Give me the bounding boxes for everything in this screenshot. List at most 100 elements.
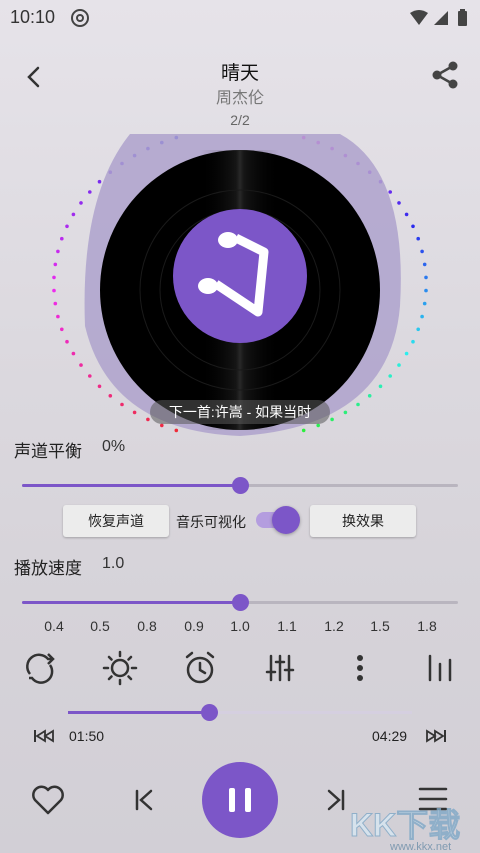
visualizer-dot (79, 363, 83, 367)
visualizer-dot (65, 224, 69, 229)
signal-icon (434, 11, 448, 25)
svg-text:www.kkx.net: www.kkx.net (389, 841, 451, 852)
visualizer-dot (65, 339, 69, 344)
total-time: 04:29 (372, 728, 408, 744)
pause-icon (229, 788, 251, 812)
alarm-icon[interactable] (180, 648, 220, 688)
visualizer-dot (60, 236, 64, 241)
visualizer-dot (52, 275, 56, 280)
balance-label: 声道平衡 (14, 442, 82, 461)
visualizer-dot (108, 394, 113, 398)
speed-value: 1.0 (102, 555, 125, 572)
status-bar: 10:10 (0, 0, 480, 36)
speed-tick-label: 1.1 (277, 618, 297, 634)
disc-status-icon (71, 9, 89, 27)
visualizer-dot (397, 363, 401, 367)
heart-icon[interactable] (30, 784, 66, 816)
speed-tick-label: 1.5 (370, 618, 390, 634)
visualizer-dot (420, 249, 424, 254)
speed-tick-label: 0.5 (90, 618, 110, 634)
speed-tick-label: 1.0 (230, 618, 250, 634)
visualizer-dot (120, 402, 124, 407)
visualizer-dot (388, 374, 393, 378)
visualizer-dot (330, 417, 334, 422)
visualizer-dot (422, 262, 427, 267)
visualizer-dot (56, 314, 60, 319)
more-vertical-icon[interactable] (340, 648, 380, 688)
visualizer-dot (416, 236, 421, 241)
brightness-icon[interactable] (100, 648, 140, 688)
playback-progress[interactable] (68, 702, 412, 722)
speed-tick-label: 0.4 (44, 618, 64, 634)
next-up-label: 下一首:许嵩 - 如果当时 (150, 400, 330, 424)
speed-tick-label: 0.9 (184, 618, 204, 634)
equalizer-icon[interactable] (260, 648, 300, 688)
visualizer-dot (174, 428, 179, 433)
visualizer-dot (88, 190, 92, 194)
visualizer-dot (316, 423, 321, 428)
reset-channel-button[interactable]: 恢复声道 (63, 505, 169, 537)
repeat-icon[interactable] (20, 648, 60, 688)
skip-forward-icon[interactable] (424, 728, 448, 744)
wifi-icon (410, 10, 428, 25)
visualizer-dot (56, 249, 60, 254)
visualizer-dot (97, 384, 102, 389)
balance-slider[interactable] (22, 475, 458, 495)
speed-label: 播放速度 (14, 559, 82, 578)
visualizer-dot (378, 384, 383, 389)
visualizer-dot (97, 179, 102, 184)
visualizer-dot (411, 224, 415, 229)
elapsed-time: 01:50 (69, 728, 105, 744)
visualizer-dot (301, 428, 306, 433)
slider-thumb[interactable] (232, 594, 249, 611)
visualizer-dot (146, 417, 150, 422)
balance-value: 0% (102, 438, 126, 455)
visualizer-dot (424, 275, 428, 280)
song-title: 晴天 (220, 63, 259, 84)
album-art-label (173, 209, 307, 343)
speed-slider[interactable] (22, 592, 458, 612)
vinyl-visualizer[interactable] (40, 126, 440, 442)
visualizer-dot (397, 201, 401, 205)
slider-thumb[interactable] (232, 477, 249, 494)
visualizer-dot (367, 394, 372, 398)
visualizer-dot (411, 339, 415, 344)
visualizer-dot (53, 262, 58, 267)
skip-back-icon[interactable] (32, 728, 56, 744)
watermark-logo: KK下载 www.kkx.net (350, 807, 461, 853)
previous-icon[interactable] (130, 786, 158, 814)
tools-row (0, 648, 480, 692)
battery-icon (458, 11, 467, 26)
visualizer-dot (52, 288, 56, 293)
visualizer-dot (388, 190, 393, 194)
visualizer-dot (404, 212, 409, 217)
visualizer-dot (71, 351, 76, 356)
artist-name: 周杰伦 (215, 90, 264, 107)
visualizer-dot (160, 423, 164, 428)
visualizer-dot (132, 410, 137, 415)
visualizer-dot (343, 410, 348, 415)
visualizer-dot (60, 327, 64, 332)
speed-tick-label: 1.2 (324, 618, 344, 634)
visualizer-dot (88, 374, 92, 378)
svg-text:KK下载: KK下载 (350, 807, 460, 843)
progress-thumb[interactable] (201, 704, 219, 721)
visualize-label: 音乐可视化 (176, 514, 246, 530)
status-time: 10:10 (10, 7, 56, 27)
status-icons (410, 9, 467, 26)
visualizer-dot (71, 212, 76, 217)
visualizer-dot (79, 201, 83, 205)
bars-chart-icon[interactable] (420, 648, 460, 688)
speed-tick-label: 1.8 (417, 618, 437, 634)
share-icon[interactable] (428, 58, 462, 92)
speed-ticks: 0.4 0.5 0.8 0.9 1.0 1.1 1.2 1.5 1.8 (0, 618, 480, 638)
visualize-toggle[interactable] (256, 506, 302, 534)
change-effect-button[interactable]: 换效果 (310, 505, 416, 537)
visualizer-dot (416, 327, 421, 332)
visualizer-dot (53, 301, 58, 306)
speed-tick-label: 0.8 (137, 618, 157, 634)
visualizer-dot (422, 301, 427, 306)
pause-button[interactable] (202, 762, 278, 838)
visualizer-dot (356, 402, 360, 407)
visualizer-dot (404, 351, 409, 356)
